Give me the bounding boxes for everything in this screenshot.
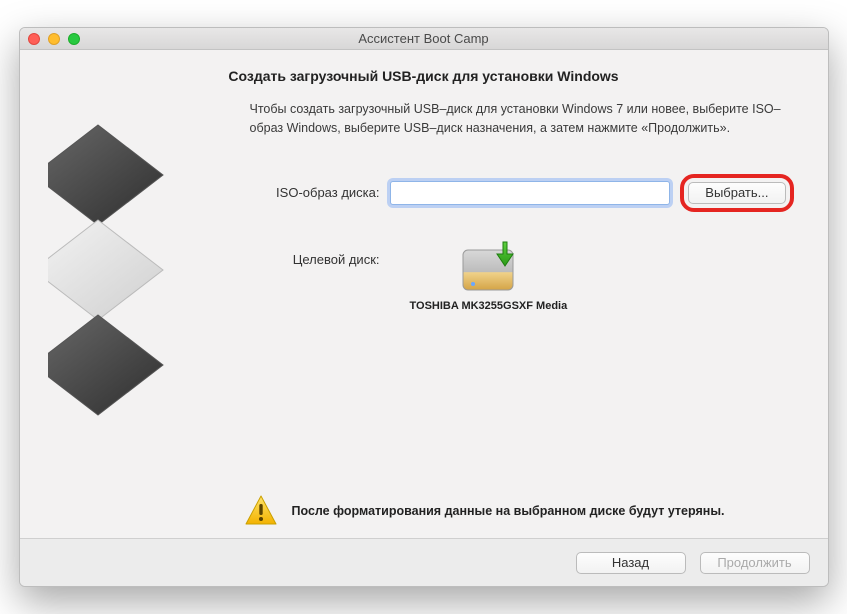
iso-row: ISO-образ диска: Выбрать... [250, 174, 794, 212]
target-disk[interactable]: TOSHIBA MK3255GSXF Media [410, 240, 568, 312]
boot-camp-window: Ассистент Boot Camp Создать загрузочный … [19, 27, 829, 587]
window-title: Ассистент Boot Camp [20, 31, 828, 46]
disk-download-icon [459, 240, 517, 294]
target-label: Целевой диск: [250, 240, 380, 267]
back-button[interactable]: Назад [576, 552, 686, 574]
boot-camp-logo-icon [48, 120, 228, 430]
warning-row: После форматирования данные на выбранном… [244, 494, 800, 528]
target-row: Целевой диск: [250, 240, 794, 312]
iso-path-input[interactable] [390, 181, 671, 205]
iso-label: ISO-образ диска: [250, 185, 380, 200]
continue-button[interactable]: Продолжить [700, 552, 810, 574]
warning-text: После форматирования данные на выбранном… [292, 504, 725, 518]
logo-column [48, 100, 228, 430]
choose-highlight: Выбрать... [680, 174, 793, 212]
warning-icon [244, 494, 278, 528]
choose-button[interactable]: Выбрать... [688, 182, 785, 204]
target-disk-name: TOSHIBA MK3255GSXF Media [410, 300, 568, 312]
instructions-text: Чтобы создать загрузочный USB–диск для у… [250, 100, 794, 138]
main-column: Чтобы создать загрузочный USB–диск для у… [250, 100, 800, 430]
content-area: Создать загрузочный USB-диск для установ… [20, 50, 828, 538]
titlebar: Ассистент Boot Camp [20, 28, 828, 50]
footer: Назад Продолжить [20, 538, 828, 586]
page-heading: Создать загрузочный USB-диск для установ… [48, 68, 800, 84]
